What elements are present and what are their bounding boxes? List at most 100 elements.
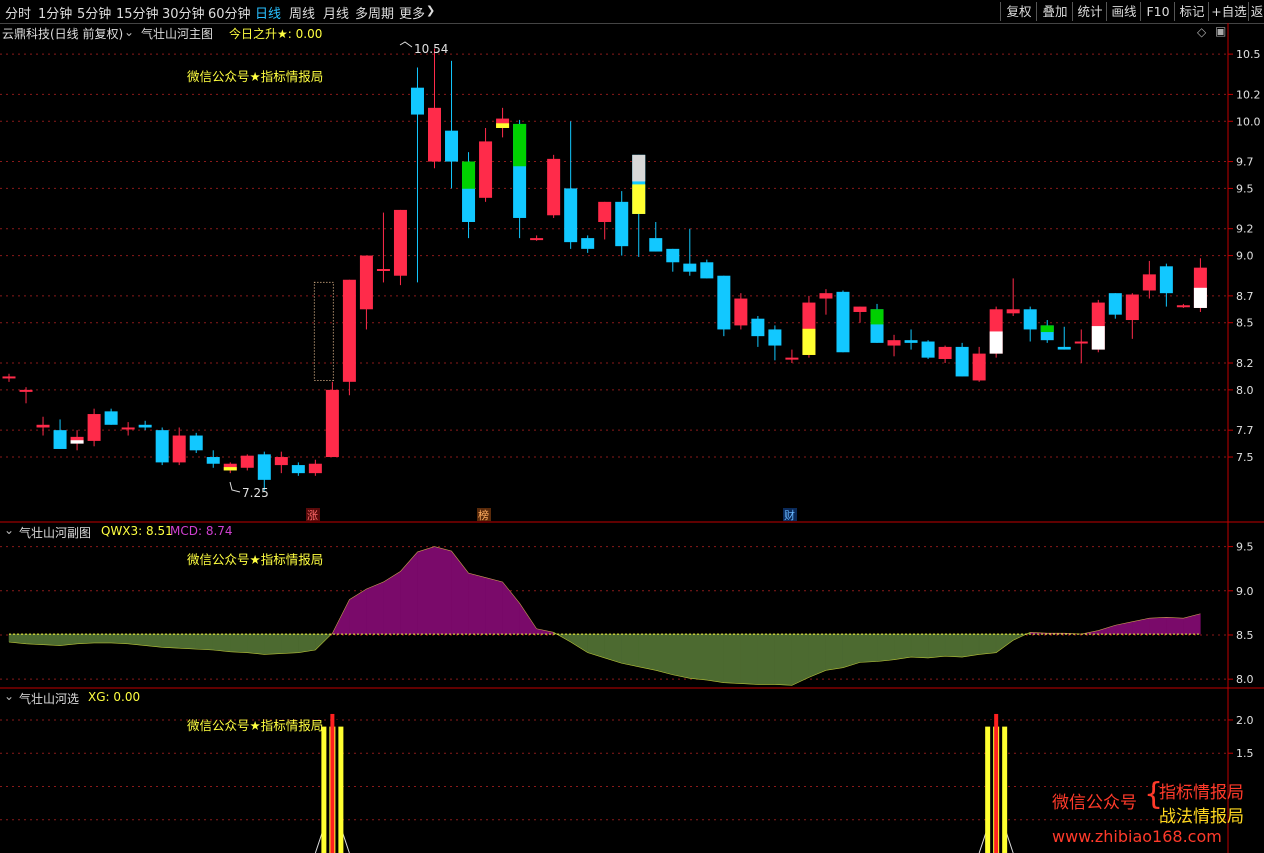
mcd-area-segment bbox=[161, 633, 180, 649]
price-tick-label: 7.5 bbox=[1236, 451, 1254, 464]
mcd-area-segment bbox=[247, 633, 265, 655]
mcd-area-segment bbox=[672, 633, 691, 679]
candle-body bbox=[853, 306, 867, 312]
mcd-area-segment bbox=[1166, 617, 1184, 635]
mcd-area-segment bbox=[808, 633, 827, 678]
price-tick-label: 10.2 bbox=[1236, 88, 1261, 101]
price-tick-label: 10.0 bbox=[1236, 115, 1261, 128]
marker-zhang[interactable]: 涨 bbox=[307, 509, 318, 522]
mcd-area-segment bbox=[655, 633, 674, 676]
candle-highlight bbox=[989, 331, 1003, 354]
candle-body bbox=[479, 141, 493, 198]
sub2-indicator-name[interactable]: 气壮山河选 bbox=[19, 690, 79, 707]
brand-prefix: 微信公众号 bbox=[1052, 793, 1137, 813]
mcd-area-segment bbox=[859, 633, 878, 663]
candle-body bbox=[598, 201, 612, 222]
candle-body bbox=[717, 275, 731, 330]
candle-body bbox=[359, 255, 373, 310]
chevron-down-icon[interactable]: ⌄ bbox=[124, 25, 134, 39]
mcd-area-segment bbox=[502, 581, 520, 635]
brand-overlay: 微信公众号 { 指标情报局 战法情报局 www.zhibiao168.com bbox=[1052, 778, 1262, 850]
mcd-area-segment bbox=[434, 546, 452, 635]
mcd-area-segment bbox=[757, 633, 776, 685]
candle-body bbox=[819, 293, 833, 299]
mcd-area-segment bbox=[638, 633, 657, 671]
mcd-area-segment bbox=[25, 633, 44, 645]
candle-highlight bbox=[632, 154, 646, 182]
candle-body bbox=[138, 424, 152, 428]
candle-body bbox=[683, 263, 697, 272]
chevron-down-icon[interactable]: ⌄ bbox=[4, 523, 14, 537]
brand-url[interactable]: www.zhibiao168.com bbox=[1052, 827, 1222, 846]
candle-body bbox=[768, 329, 782, 346]
candle-body bbox=[972, 353, 986, 381]
price-tick-label: 8.2 bbox=[1236, 357, 1254, 370]
sub1-tick-label: 8.0 bbox=[1236, 673, 1254, 686]
candle-body bbox=[785, 357, 799, 360]
candle-body bbox=[189, 435, 203, 451]
mcd-area-segment bbox=[110, 633, 129, 645]
main-indicator-name[interactable]: 气壮山河主图 bbox=[141, 25, 213, 42]
candle-body bbox=[734, 298, 748, 326]
candle-body bbox=[172, 435, 186, 463]
xg-value: XG: 0.00 bbox=[88, 690, 141, 704]
candle-body bbox=[1108, 293, 1122, 315]
sub1-indicator-name[interactable]: 气壮山河副图 bbox=[19, 524, 91, 541]
candle-highlight bbox=[632, 184, 646, 214]
mcd-area-segment bbox=[774, 633, 793, 686]
mcd-area-segment bbox=[927, 633, 946, 659]
xg-signal-gap bbox=[999, 719, 1003, 853]
diamond-icon[interactable]: ◇ bbox=[1197, 25, 1206, 39]
mcd-area-segment bbox=[1149, 617, 1167, 635]
candle-body bbox=[938, 346, 952, 359]
candle-body bbox=[376, 269, 390, 271]
candle-body bbox=[410, 87, 424, 115]
main-watermark: 微信公众号★指标情报局 bbox=[187, 69, 324, 84]
mcd-value: MCD: 8.74 bbox=[170, 524, 233, 538]
mcd-area-segment bbox=[230, 633, 248, 653]
chevron-down-icon[interactable]: ⌄ bbox=[4, 689, 14, 703]
mcd-area-segment bbox=[349, 588, 367, 635]
candle-body bbox=[955, 346, 969, 377]
candle-body bbox=[666, 248, 680, 263]
price-tick-label: 10.5 bbox=[1236, 48, 1261, 61]
mcd-area-segment bbox=[298, 633, 316, 653]
price-tick-label: 8.5 bbox=[1236, 317, 1254, 330]
mcd-area-segment bbox=[281, 633, 299, 654]
mcd-area-segment bbox=[587, 633, 605, 659]
mcd-area-segment bbox=[144, 633, 163, 648]
candle-highlight bbox=[802, 328, 816, 355]
mcd-area-segment bbox=[519, 602, 537, 635]
candle-highlight bbox=[223, 467, 237, 471]
marker-cai[interactable]: 财 bbox=[784, 508, 795, 522]
candle-body bbox=[274, 457, 288, 466]
price-tick-label: 9.0 bbox=[1236, 250, 1254, 263]
candle-body bbox=[1074, 341, 1088, 344]
brand-line1: 指标情报局 bbox=[1159, 783, 1244, 803]
mcd-area-segment bbox=[485, 577, 503, 635]
xg-signal-gap bbox=[335, 719, 339, 853]
candle-body bbox=[1125, 294, 1139, 321]
mcd-area-segment bbox=[825, 633, 844, 671]
mcd-area-segment bbox=[791, 633, 810, 686]
mcd-area-segment bbox=[451, 550, 469, 635]
price-tick-label: 9.5 bbox=[1236, 182, 1254, 195]
candle-body bbox=[2, 376, 16, 379]
mcd-area-segment bbox=[740, 633, 759, 685]
sub1-tick-label: 9.5 bbox=[1236, 541, 1254, 554]
candle-highlight bbox=[870, 309, 884, 325]
window-toggle-icon[interactable]: ▣ bbox=[1215, 24, 1226, 38]
sub2-tick-label: 1.5 bbox=[1236, 747, 1254, 760]
candle-body bbox=[291, 465, 305, 474]
sub1-tick-label: 8.5 bbox=[1236, 629, 1254, 642]
candle-body bbox=[308, 463, 322, 474]
marker-bang[interactable]: 榜 bbox=[478, 508, 489, 522]
candle-body bbox=[1023, 309, 1037, 330]
brand-line2: 战法情报局 bbox=[1159, 807, 1244, 827]
mcd-area-segment bbox=[195, 633, 214, 651]
breakout-guide-box bbox=[313, 281, 334, 381]
price-tick-label: 8.0 bbox=[1236, 384, 1254, 397]
mcd-area-segment bbox=[400, 551, 418, 635]
candle-body bbox=[887, 340, 901, 346]
price-tick-label: 7.7 bbox=[1236, 424, 1254, 437]
